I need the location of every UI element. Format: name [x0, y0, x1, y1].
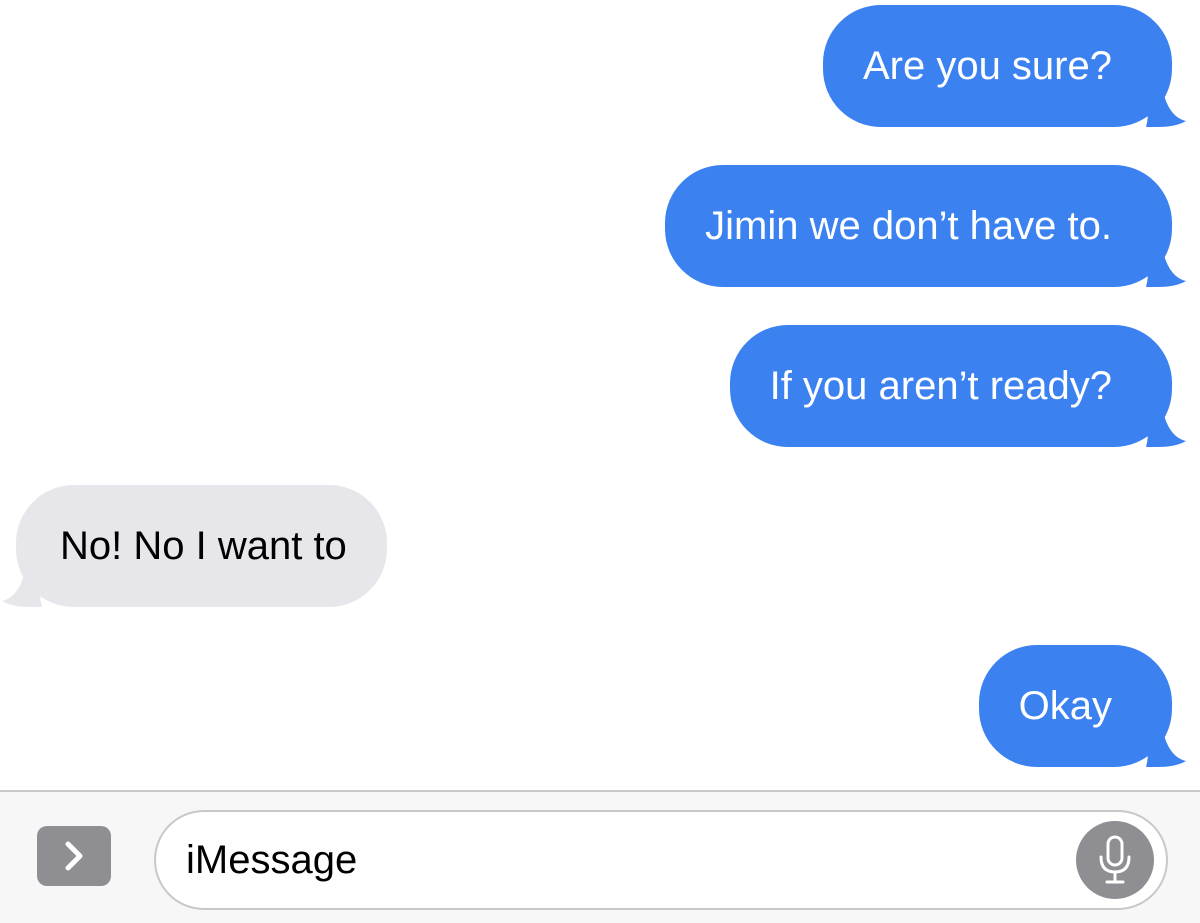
- microphone-icon: [1099, 835, 1131, 884]
- message-text: If you aren’t ready?: [769, 364, 1112, 408]
- message-text: Okay: [1018, 684, 1112, 728]
- message-text: Are you sure?: [862, 44, 1112, 88]
- message-bubble-outgoing[interactable]: Are you sure?: [822, 5, 1186, 127]
- message-input-placeholder: iMessage: [186, 837, 358, 882]
- message-bubble-outgoing[interactable]: Jimin we don’t have to.: [665, 165, 1186, 287]
- bubble-tail: [1146, 407, 1186, 447]
- bubble-tail: [2, 567, 42, 607]
- message-thread: Are you sure? Jimin we don’t have to. If…: [0, 0, 1200, 790]
- bubble-tail: [1146, 247, 1186, 287]
- message-bubble-incoming[interactable]: No! No I want to: [2, 485, 387, 607]
- message-text: Jimin we don’t have to.: [705, 204, 1112, 248]
- dictation-button[interactable]: [1076, 821, 1154, 899]
- message-bubble-outgoing[interactable]: Okay: [978, 645, 1186, 767]
- bubble-tail: [1146, 87, 1186, 127]
- bubble-tail: [1146, 727, 1186, 767]
- message-input-bar: iMessage: [0, 790, 1200, 923]
- message-input[interactable]: iMessage: [154, 810, 1168, 910]
- message-text: No! No I want to: [60, 524, 347, 568]
- chevron-right-icon: [65, 841, 83, 871]
- message-bubble-outgoing[interactable]: If you aren’t ready?: [729, 325, 1186, 447]
- expand-apps-button[interactable]: [37, 826, 111, 886]
